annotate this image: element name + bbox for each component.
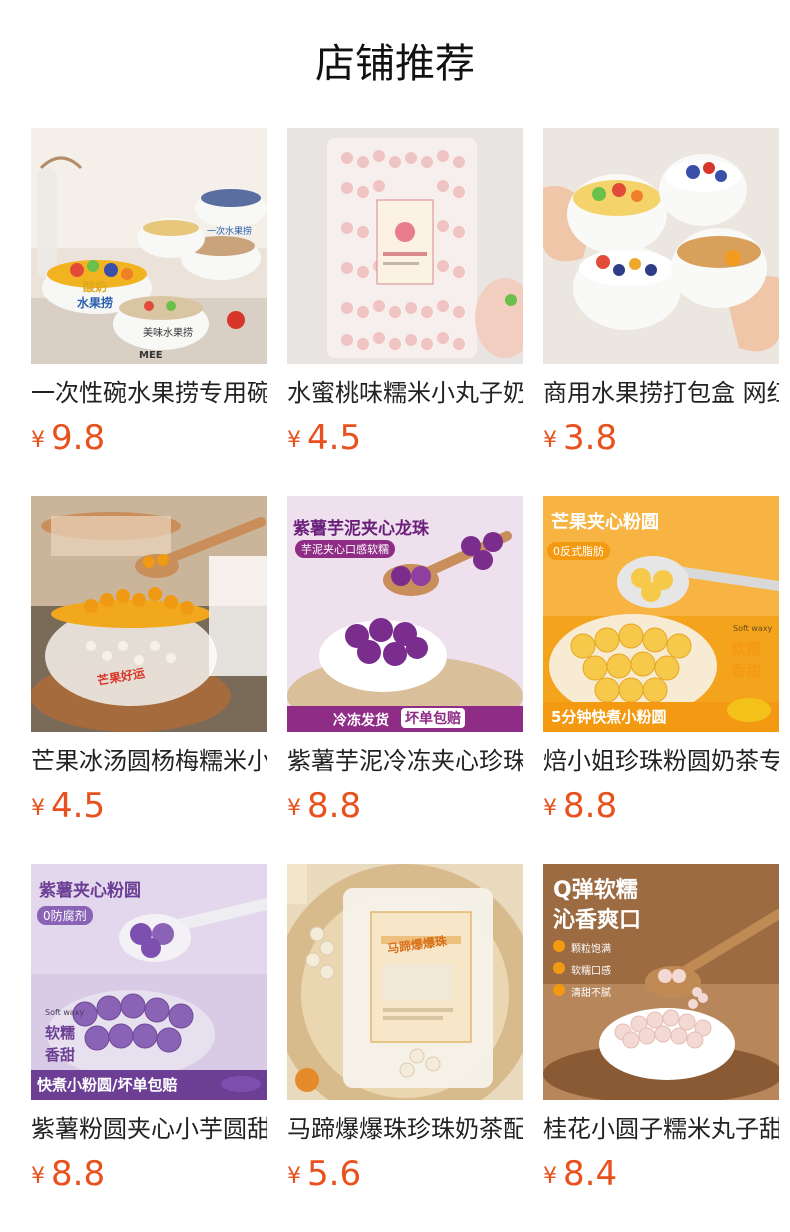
product-card[interactable]: 芒果好运 芒果冰汤圆杨梅糯米小丸子 ¥4.5 [31,496,267,864]
product-price: ¥4.5 [287,416,361,460]
currency-symbol: ¥ [31,1164,45,1189]
image-text: 5分钟快煮小粉圆 [551,708,667,726]
image-text: 软糯口感 [571,966,611,977]
product-name[interactable]: 商用水果捞打包盒 网红 [543,376,779,410]
currency-symbol: ¥ [287,428,301,453]
image-text: 紫薯夹心粉圆 [39,881,141,901]
currency-symbol: ¥ [543,428,557,453]
product-card[interactable]: 商用水果捞打包盒 网红 ¥3.8 [543,128,779,496]
image-text: 软糯 [45,1024,76,1042]
image-text: 冷冻发货 [333,713,389,729]
product-card[interactable]: 马蹄爆爆珠 马蹄爆爆珠珍珠奶茶配料 ¥5.6 [287,864,523,1232]
image-text: 紫薯芋泥夹心龙珠 [293,519,429,539]
price-value: 4.5 [307,418,362,458]
product-image[interactable]: 紫薯芋泥夹心龙珠 芋泥夹心口感软糯 冷冻发货 坏单包赔 [287,496,523,732]
product-price: ¥4.5 [31,784,105,828]
image-text: 芒果夹心粉圆 [551,512,659,533]
product-price: ¥8.8 [287,784,361,828]
product-name[interactable]: 紫薯粉圆夹心小芋圆甜品 [31,1112,267,1146]
image-text: 坏单包赔 [401,708,465,728]
image-text: 一次水果捞 [207,227,253,237]
page-title: 店铺推荐 [315,41,475,87]
image-text: 颗粒饱满 [571,944,611,955]
popping-pearls-bag-illustration [287,864,523,1100]
product-card[interactable]: 紫薯芋泥夹心龙珠 芋泥夹心口感软糯 冷冻发货 坏单包赔 紫薯芋泥冷冻夹心珍珠 ¥… [287,496,523,864]
product-image[interactable]: 马蹄爆爆珠 [287,864,523,1100]
product-price: ¥3.8 [543,416,617,460]
image-text: 美味水果捞 [143,328,193,339]
image-text: 快煮小粉圆/坏单包赔 [37,1076,178,1094]
product-name[interactable]: 水蜜桃味糯米小丸子奶茶 [287,376,523,410]
product-grid: 酸奶 水果捞 美味水果捞 一次水果捞 MEE 一次性碗水果捞专用碗 ¥9.8 水… [31,128,781,1232]
pink-balls-bag-illustration [287,128,523,364]
image-text: 清甜不腻 [571,988,611,999]
product-card[interactable]: Q弹软糯 沁香爽口 颗粒饱满 软糯口感 清甜不腻 桂花小圆子糯米丸子甜品 ¥8.… [543,864,779,1232]
image-text: Soft waxy [733,624,773,633]
product-price: ¥8.8 [543,784,617,828]
currency-symbol: ¥ [543,796,557,821]
product-image[interactable]: 芒果夹心粉圆 0反式脂肪 Soft waxy 软糯 香甜 5分钟快煮小粉圆 [543,496,779,732]
image-text: 0防腐剂 [37,906,93,925]
image-text: 水果捞 [77,296,114,310]
price-value: 8.8 [563,786,618,826]
product-image[interactable]: Q弹软糯 沁香爽口 颗粒饱满 软糯口感 清甜不腻 [543,864,779,1100]
shop-recommendation-page: 店铺推荐 酸奶 水果捞 美味水果捞 一次水果捞 MEE 一次性碗水果捞专用碗 ¥… [0,0,790,1232]
product-name[interactable]: 紫薯芋泥冷冻夹心珍珠 [287,744,523,778]
currency-symbol: ¥ [31,796,45,821]
product-image[interactable]: 芒果好运 [31,496,267,732]
product-price: ¥8.8 [31,1152,105,1196]
product-name[interactable]: 马蹄爆爆珠珍珠奶茶配料 [287,1112,523,1146]
image-text: 香甜 [731,662,762,680]
product-image[interactable] [287,128,523,364]
image-text: 软糯 [731,640,762,658]
price-value: 8.8 [51,1154,106,1194]
currency-symbol: ¥ [287,1164,301,1189]
product-card[interactable]: 酸奶 水果捞 美味水果捞 一次水果捞 MEE 一次性碗水果捞专用碗 ¥9.8 [31,128,267,496]
image-text: 香甜 [45,1046,76,1064]
product-name[interactable]: 焙小姐珍珠粉圆奶茶专用 [543,744,779,778]
product-card[interactable]: 水蜜桃味糯米小丸子奶茶 ¥4.5 [287,128,523,496]
image-text: 沁香爽口 [553,908,642,933]
image-text: Q弹软糯 [553,878,638,903]
price-value: 4.5 [51,786,106,826]
price-value: 8.8 [307,786,362,826]
product-price: ¥5.6 [287,1152,361,1196]
product-price: ¥9.8 [31,416,105,460]
mango-dessert-illustration [31,496,267,732]
product-price: ¥8.4 [543,1152,617,1196]
currency-symbol: ¥ [31,428,45,453]
product-image[interactable] [543,128,779,364]
price-value: 8.4 [563,1154,618,1194]
product-name[interactable]: 桂花小圆子糯米丸子甜品 [543,1112,779,1146]
price-value: 5.6 [307,1154,362,1194]
product-card[interactable]: 芒果夹心粉圆 0反式脂肪 Soft waxy 软糯 香甜 5分钟快煮小粉圆 焙小… [543,496,779,864]
product-card[interactable]: 紫薯夹心粉圆 0防腐剂 Soft waxy 软糯 香甜 快煮小粉圆/坏单包赔 紫… [31,864,267,1232]
currency-symbol: ¥ [543,1164,557,1189]
image-text: 芋泥夹心口感软糯 [295,540,395,558]
price-value: 3.8 [563,418,618,458]
image-text: 0反式脂肪 [547,542,610,560]
currency-symbol: ¥ [287,796,301,821]
fruit-box-hands-illustration [543,128,779,364]
product-name[interactable]: 一次性碗水果捞专用碗 [31,376,267,410]
image-text: MEE [139,350,163,361]
price-value: 9.8 [51,418,106,458]
product-image[interactable]: 酸奶 水果捞 美味水果捞 一次水果捞 MEE [31,128,267,364]
image-text: Soft waxy [45,1008,85,1017]
image-text: 酸奶 [83,280,108,294]
product-image[interactable]: 紫薯夹心粉圆 0防腐剂 Soft waxy 软糯 香甜 快煮小粉圆/坏单包赔 [31,864,267,1100]
product-name[interactable]: 芒果冰汤圆杨梅糯米小丸子 [31,744,267,778]
